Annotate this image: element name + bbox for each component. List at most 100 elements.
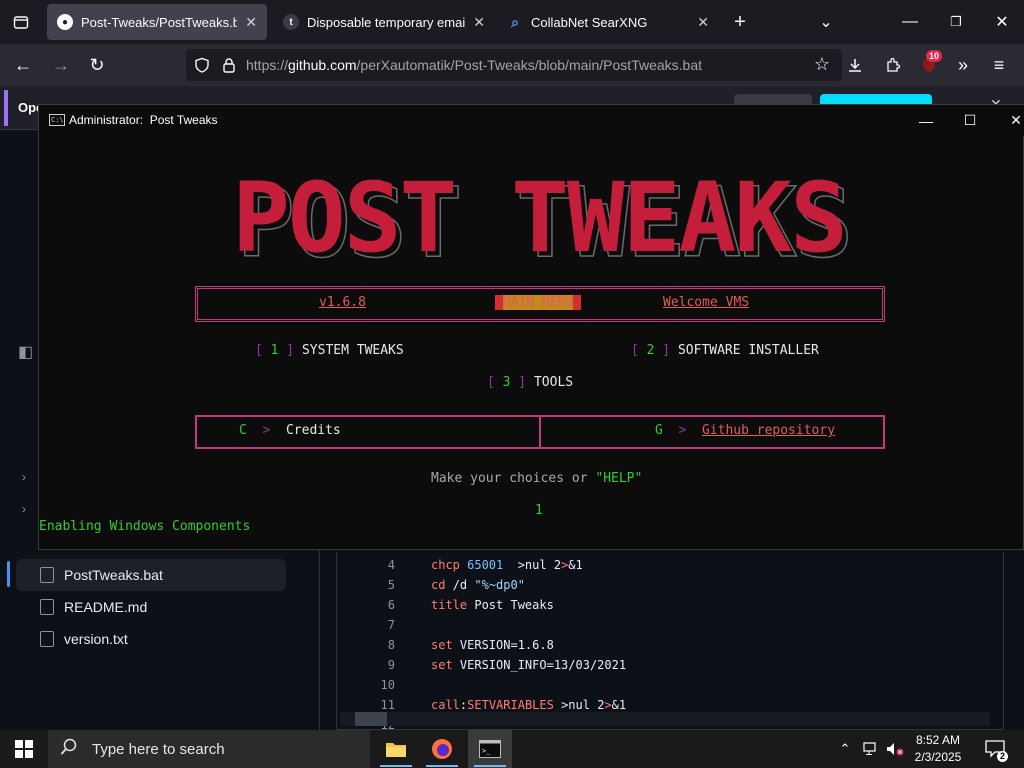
menu-item-software-installer[interactable]: [ 2 ] SOFTWARE INSTALLER xyxy=(631,343,819,358)
code-content: cd /d "%~dp0" xyxy=(431,575,525,595)
menu-item-system-tweaks[interactable]: [ 1 ] SYSTEM TWEAKS xyxy=(255,343,404,358)
code-token: &1 xyxy=(611,698,627,712)
code-content: set VERSION_INFO=13/03/2021 xyxy=(431,655,626,675)
notifications-icon[interactable]: 2 xyxy=(978,730,1012,768)
menu-label: TOOLS xyxy=(533,375,574,390)
url-scheme: https:// xyxy=(246,57,289,73)
sidebar-toggle-icon[interactable]: ◧ xyxy=(18,342,33,362)
chevron-up-icon[interactable]: ⌃ xyxy=(832,730,858,768)
code-content: title Post Tweaks xyxy=(431,595,554,615)
line-number[interactable]: 6 xyxy=(337,595,395,615)
volume-muted-icon[interactable] xyxy=(882,730,908,768)
ublock-icon[interactable]: 10 xyxy=(914,44,944,86)
prompt-text: Make your choices or xyxy=(431,471,596,486)
minimize-browser-icon[interactable]: — xyxy=(890,0,930,44)
tab-github[interactable]: ● Post-Tweaks/PostTweaks.bat at ✕ xyxy=(47,4,267,40)
code-token: set xyxy=(431,658,460,672)
file-item-posttweaks[interactable]: PostTweaks.bat xyxy=(16,559,286,591)
overflow-chevron-icon[interactable]: » xyxy=(948,44,978,86)
network-icon[interactable] xyxy=(858,730,884,768)
code-token: "%~dp0" xyxy=(474,578,525,592)
app-active-indicator xyxy=(426,765,458,767)
main-menu-label: MAIN MENU xyxy=(495,295,582,310)
code-token: > xyxy=(604,698,612,712)
close-console-icon[interactable]: ✕ xyxy=(993,105,1024,136)
console-window[interactable]: C:\ Administrator: Post Tweaks — ☐ ✕ POS… xyxy=(38,104,1024,550)
line-number[interactable]: 9 xyxy=(337,655,395,675)
list-tabs-icon[interactable]: ⌄ xyxy=(810,0,842,44)
line-number[interactable]: 5 xyxy=(337,575,395,595)
bookmark-star-icon[interactable]: ☆ xyxy=(814,54,830,75)
chevron-right-icon[interactable]: › xyxy=(22,470,26,484)
file-explorer-icon[interactable] xyxy=(374,730,418,768)
code-line: 6 title Post Tweaks xyxy=(337,595,997,615)
firefox-icon[interactable] xyxy=(420,730,464,768)
code-line: 8 set VERSION=1.6.8 xyxy=(337,635,997,655)
tab-title: CollabNet SearXNG xyxy=(531,14,648,30)
notification-accent xyxy=(4,90,8,126)
url-bar[interactable]: https://github.com/perXautomatik/Post-Tw… xyxy=(186,49,842,81)
extensions-icon[interactable] xyxy=(878,44,908,86)
menu-label: SOFTWARE INSTALLER xyxy=(677,343,819,358)
taskbar: Type here to search >_ ⌃ 8:52 AM 2/3/202… xyxy=(0,730,1024,768)
reload-icon[interactable]: ↻ xyxy=(82,44,112,86)
line-number[interactable]: 7 xyxy=(337,615,395,635)
shield-icon[interactable] xyxy=(194,57,210,78)
chevron-right-icon[interactable]: › xyxy=(22,502,26,516)
code-token: VERSION=1.6.8 xyxy=(459,638,554,652)
github-option[interactable]: G > Github repository xyxy=(655,423,835,438)
close-tab-icon[interactable]: ✕ xyxy=(697,14,709,31)
app-active-indicator xyxy=(474,765,506,767)
file-icon xyxy=(40,631,54,647)
code-token: Post Tweaks xyxy=(474,598,554,612)
code-line: 9 set VERSION_INFO=13/03/2021 xyxy=(337,655,997,675)
url-text[interactable]: https://github.com/perXautomatik/Post-Tw… xyxy=(246,49,702,81)
close-browser-icon[interactable]: ✕ xyxy=(982,0,1022,44)
code-line: 7 xyxy=(337,615,997,635)
line-number[interactable]: 4 xyxy=(337,555,395,575)
vertical-scrollbar[interactable] xyxy=(1008,552,1022,730)
close-tab-icon[interactable]: ✕ xyxy=(245,14,257,31)
new-tab-button[interactable]: + xyxy=(724,0,756,44)
lock-icon[interactable] xyxy=(222,57,236,78)
maximize-console-icon[interactable]: ☐ xyxy=(947,105,993,136)
line-number[interactable]: 8 xyxy=(337,635,395,655)
minimize-console-icon[interactable]: — xyxy=(903,105,949,136)
file-icon xyxy=(40,599,54,615)
command-prompt-taskbar-icon[interactable]: >_ xyxy=(468,730,512,768)
tab-overview-icon[interactable] xyxy=(4,0,38,44)
app-active-indicator xyxy=(380,765,412,767)
tab-title: Post-Tweaks/PostTweaks.bat at xyxy=(81,14,238,30)
windows-start-icon[interactable] xyxy=(2,730,46,768)
file-item-readme[interactable]: README.md xyxy=(16,591,286,623)
back-icon[interactable]: ← xyxy=(8,44,38,86)
code-line: 4 chcp 65001 >nul 2>&1 xyxy=(337,555,997,575)
user-input[interactable]: 1 xyxy=(535,503,543,518)
search-icon xyxy=(60,738,78,761)
restore-browser-icon[interactable]: ❐ xyxy=(936,0,976,44)
downloads-icon[interactable] xyxy=(840,44,870,86)
menu-item-tools[interactable]: [ 3 ] TOOLS xyxy=(487,375,573,390)
credits-key: C xyxy=(239,423,247,438)
console-title: Administrator: Post Tweaks xyxy=(69,113,218,127)
close-tab-icon[interactable]: ✕ xyxy=(473,14,485,31)
file-item-version[interactable]: version.txt xyxy=(16,623,286,655)
menu-hamburger-icon[interactable]: ≡ xyxy=(984,44,1014,86)
taskbar-search[interactable]: Type here to search xyxy=(48,730,370,768)
logo-text: POST TWEAKS xyxy=(232,165,846,265)
code-token: VERSION_INFO=13/03/2021 xyxy=(459,658,627,672)
scrollbar-thumb[interactable] xyxy=(355,712,387,726)
tab-searxng[interactable]: ⌕ CollabNet SearXNG ✕ xyxy=(497,4,719,40)
github-icon: ● xyxy=(57,14,73,30)
credits-option[interactable]: C > Credits xyxy=(239,423,341,438)
code-line: 5 cd /d "%~dp0" xyxy=(337,575,997,595)
github-key: G xyxy=(655,423,663,438)
forward-icon[interactable]: → xyxy=(46,44,76,86)
tab-temp-mail[interactable]: t Disposable temporary email - T ✕ xyxy=(273,4,495,40)
version-text: v1.6.8 xyxy=(319,295,366,310)
choice-prompt: Make your choices or "HELP" xyxy=(431,471,642,486)
system-clock[interactable]: 8:52 AM 2/3/2025 xyxy=(908,732,968,766)
console-title-bar[interactable]: C:\ Administrator: Post Tweaks — ☐ ✕ xyxy=(39,105,1024,136)
line-number[interactable]: 10 xyxy=(337,675,395,695)
horizontal-scrollbar[interactable] xyxy=(340,712,990,726)
